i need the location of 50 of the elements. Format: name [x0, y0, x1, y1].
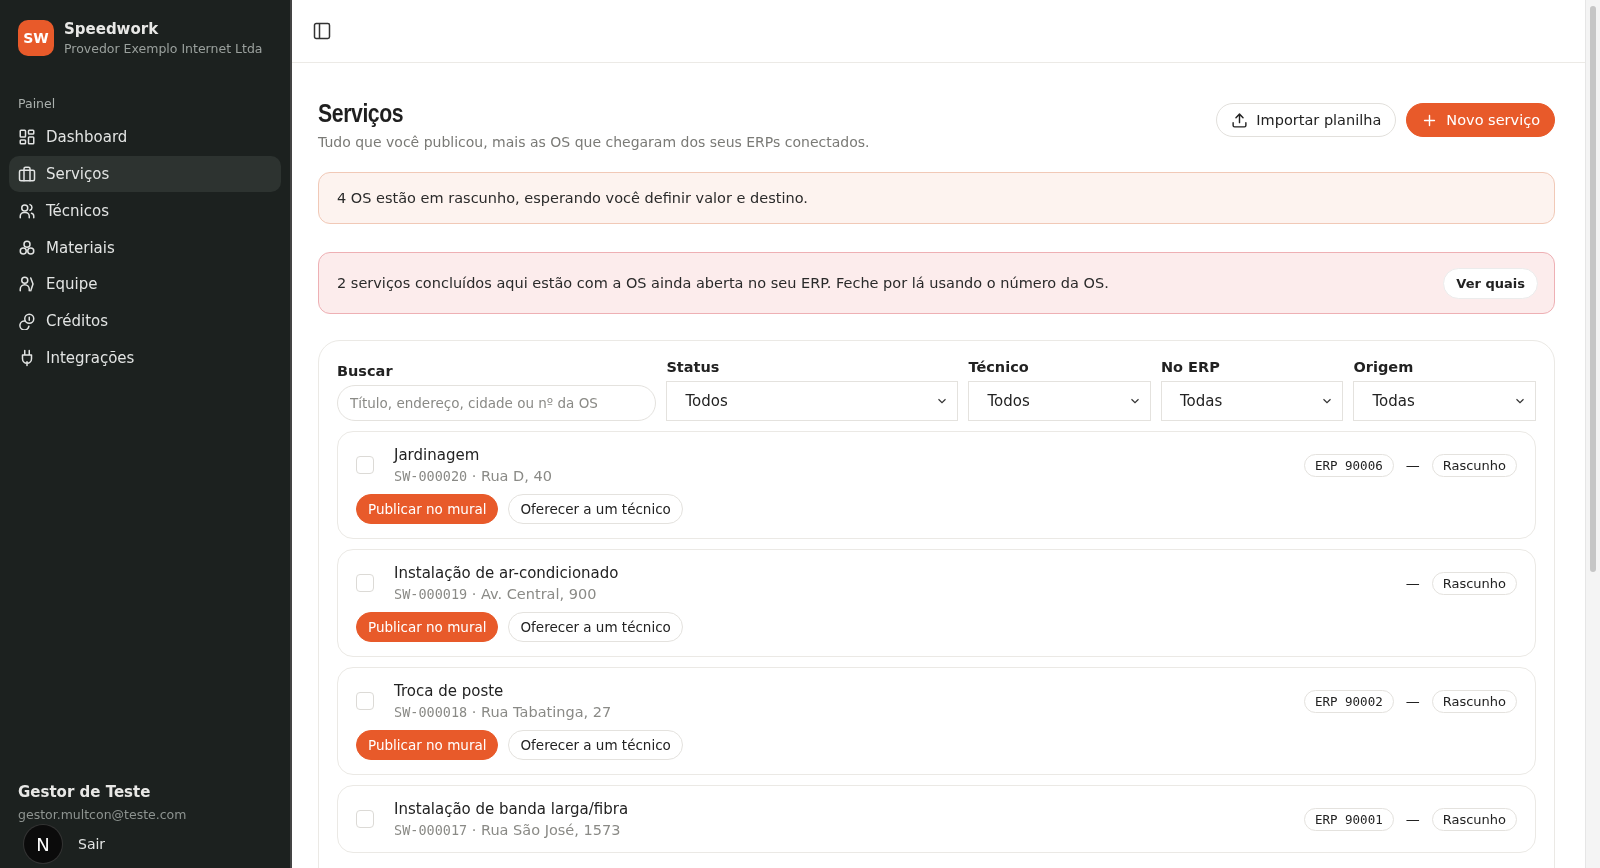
service-title: Troca de poste [394, 682, 505, 700]
filter-dropdown[interactable]: Todas [1353, 381, 1536, 421]
import-button[interactable]: Importar planilha [1216, 103, 1397, 137]
service-title: Instalação de ar-condicionado [394, 564, 619, 582]
user-name: Gestor de Teste [18, 783, 152, 801]
alert-text: 4 OS estão em rascunho, esperando você definir valor e destino. [337, 190, 808, 206]
new-service-button[interactable]: Novo serviço [1406, 103, 1555, 137]
view-button[interactable]: Ver quais [1443, 267, 1538, 299]
user-email: gestor.multcon@teste.com [18, 807, 188, 822]
publish-button[interactable]: Publicar no mural [356, 730, 499, 760]
service-title: Jardinagem [394, 446, 481, 464]
filter-label: Origem [1353, 359, 1415, 375]
organization-name: Provedor Exemplo Internet Ltda [64, 41, 263, 56]
alert-text: 2 serviços concluídos aqui estão com a OS ainda aberta no seu ERP. Feche por lá usando o número da OS. [337, 275, 1109, 291]
service-meta: SW-000019 · Av. Central, 900 [394, 586, 598, 602]
publish-button[interactable]: Publicar no mural [356, 612, 499, 642]
dev-badge[interactable]: N [24, 825, 62, 863]
dash-text: — [1405, 457, 1420, 473]
brand-name: Speedwork [64, 20, 160, 38]
dash-text: — [1405, 693, 1420, 709]
sidebar-item[interactable]: Integrações [9, 339, 281, 377]
logout-link[interactable]: Sair [78, 836, 106, 852]
offer-button[interactable]: Oferecer a um técnico [508, 730, 683, 760]
sidebar-item[interactable]: Técnicos [9, 192, 281, 230]
sidebar-item[interactable]: Dashboard [9, 119, 281, 156]
filter-label: Buscar [337, 363, 394, 379]
page-title: Serviços [318, 99, 405, 128]
filter-label: No ERP [1160, 359, 1221, 375]
sidebar-item[interactable]: Materiais [9, 229, 281, 266]
filter-label: Técnico [968, 359, 1030, 375]
filter-dropdown[interactable]: Todas [1160, 381, 1344, 421]
dash-text: — [1405, 575, 1420, 591]
brand-avatar: SW [18, 20, 54, 56]
search-field[interactable]: Título, endereço, cidade ou nº da OS [337, 385, 657, 421]
service-title: Instalação de banda larga/fibra [394, 800, 629, 818]
offer-button[interactable]: Oferecer a um técnico [508, 494, 683, 524]
sidebar-item[interactable]: Serviços [9, 155, 281, 193]
service-meta: SW-000017 · Rua São José, 1573 [394, 822, 622, 838]
section-label: Painel [17, 96, 57, 111]
sidebar-item[interactable]: Créditos [9, 303, 281, 340]
service-meta: SW-000020 · Rua D, 40 [394, 468, 552, 484]
offer-button[interactable]: Oferecer a um técnico [508, 612, 683, 642]
sidebar-item[interactable]: Equipe [9, 266, 281, 303]
filter-label: Status [666, 359, 721, 375]
filter-dropdown[interactable]: Todos [968, 381, 1151, 421]
page-subtitle: Tudo que você publicou, mais as OS que chegaram dos seus ERPs conectados. [318, 134, 870, 150]
publish-button[interactable]: Publicar no mural [356, 494, 499, 524]
filter-dropdown[interactable]: Todos [666, 381, 959, 421]
service-meta: SW-000018 · Rua Tabatinga, 27 [394, 704, 612, 720]
dash-text: — [1405, 811, 1420, 827]
